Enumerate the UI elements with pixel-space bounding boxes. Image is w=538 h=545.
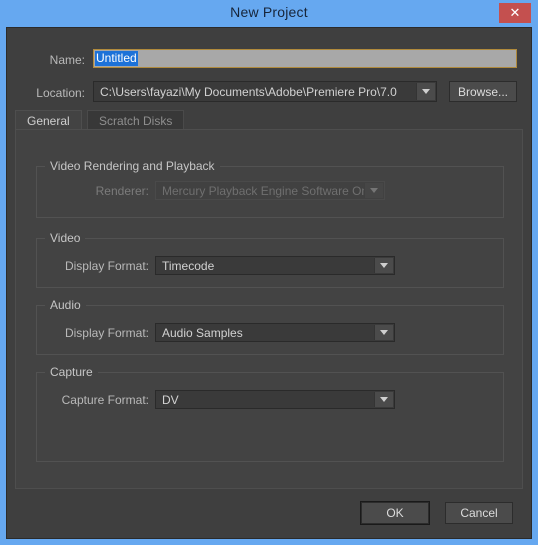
video-display-format-label: Display Format: (64, 259, 149, 273)
renderer-value: Mercury Playback Engine Software Only (162, 184, 377, 198)
section-legend: Audio (45, 298, 86, 312)
close-button[interactable]: ✕ (499, 3, 531, 23)
location-dropdown[interactable]: C:\Users\fayazi\My Documents\Adobe\Premi… (93, 81, 437, 102)
capture-format-value: DV (162, 393, 179, 407)
capture-format-label: Capture Format: (61, 393, 149, 407)
chevron-down-icon (364, 183, 383, 198)
tab-scratch-disks[interactable]: Scratch Disks (87, 110, 185, 130)
section-legend: Video Rendering and Playback (45, 159, 220, 173)
chevron-down-icon (416, 83, 435, 100)
chevron-down-icon (374, 392, 393, 407)
capture-format-dropdown[interactable]: DV (155, 390, 395, 409)
cancel-button[interactable]: Cancel (445, 502, 513, 524)
section-legend: Capture (45, 365, 98, 379)
general-tab-panel: Video Rendering and Playback Renderer: M… (15, 129, 523, 489)
name-label: Name: (49, 53, 85, 67)
dialog-title: New Project (230, 4, 308, 20)
location-value: C:\Users\fayazi\My Documents\Adobe\Premi… (100, 85, 397, 99)
section-capture: Capture Capture Format: DV (36, 365, 504, 462)
close-icon: ✕ (509, 5, 521, 21)
section-audio: Audio Display Format: Audio Samples (36, 298, 504, 355)
audio-display-format-dropdown[interactable]: Audio Samples (155, 323, 395, 342)
video-display-format-value: Timecode (162, 259, 215, 273)
audio-display-format-value: Audio Samples (162, 326, 243, 340)
dialog-body: Name: Untitled Location: C:\Users\fayazi… (6, 27, 532, 539)
project-name-input[interactable] (93, 49, 517, 68)
chevron-down-icon (374, 325, 393, 340)
renderer-dropdown: Mercury Playback Engine Software Only (155, 181, 385, 200)
audio-display-format-label: Display Format: (64, 326, 149, 340)
ok-button[interactable]: OK (360, 501, 430, 525)
tab-strip: General Scratch Disks (15, 110, 523, 130)
section-video: Video Display Format: Timecode (36, 231, 504, 288)
section-video-rendering-and-playback: Video Rendering and Playback Renderer: M… (36, 159, 504, 218)
renderer-label: Renderer: (95, 184, 149, 198)
new-project-dialog-window: New Project ✕ Name: Untitled Location: C… (0, 0, 538, 545)
title-bar: New Project ✕ (0, 0, 538, 27)
browse-button[interactable]: Browse... (449, 81, 517, 102)
video-display-format-dropdown[interactable]: Timecode (155, 256, 395, 275)
location-label: Location: (36, 86, 85, 100)
tab-general[interactable]: General (15, 110, 82, 130)
chevron-down-icon (374, 258, 393, 273)
section-legend: Video (45, 231, 86, 245)
